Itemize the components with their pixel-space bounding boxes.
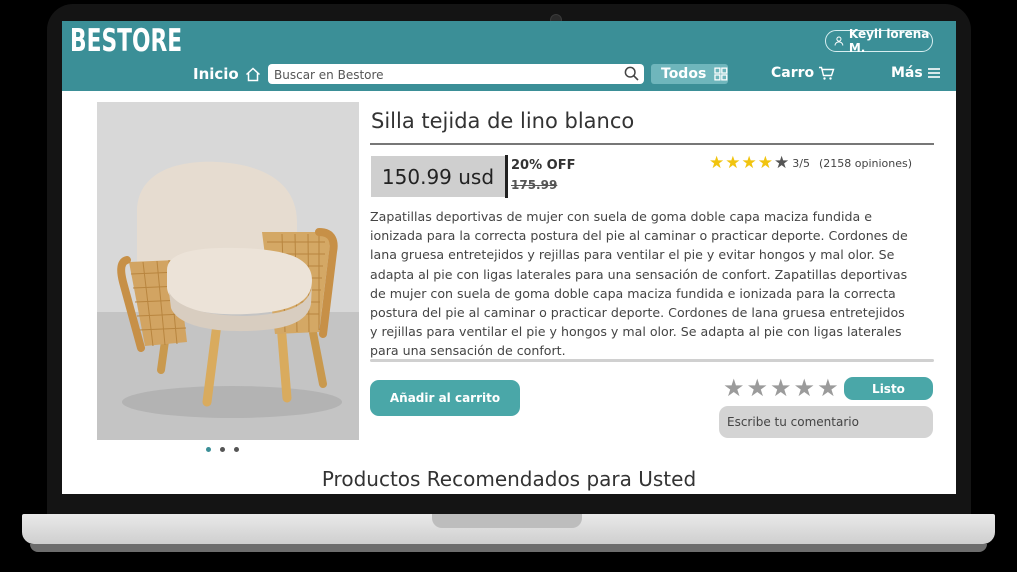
home-icon: [245, 66, 260, 81]
search-bar: [268, 64, 644, 84]
cart-button[interactable]: Carro: [771, 65, 835, 81]
cart-label: Carro: [771, 65, 815, 81]
star-rating-icon[interactable]: ★: [794, 376, 816, 400]
comment-box: [719, 406, 933, 438]
rating-score: 3/5: [792, 157, 810, 170]
review-star-input: ★ ★ ★ ★ ★: [723, 376, 839, 400]
categories-button[interactable]: Todos: [651, 64, 728, 84]
laptop-base: [22, 514, 995, 544]
original-price: 175.99: [511, 178, 558, 192]
cart-icon: [819, 66, 835, 80]
star-empty-icon: ★: [774, 153, 790, 173]
price-divider: [505, 155, 508, 198]
image-carousel-dots: [206, 447, 239, 452]
product-rating: ★ ★ ★ ★ ★ 3/5 (2158 opiniones): [709, 155, 912, 172]
nav-home[interactable]: Inicio: [193, 65, 261, 83]
more-menu-button[interactable]: Más: [891, 65, 941, 81]
product-title: Silla tejida de lino blanco: [371, 109, 635, 133]
search-input[interactable]: [272, 65, 616, 84]
divider: [370, 143, 934, 145]
menu-icon: [927, 68, 940, 78]
carousel-dot[interactable]: [234, 447, 239, 452]
review-count[interactable]: (2158 opiniones): [819, 157, 912, 170]
star-rating-icon[interactable]: ★: [770, 376, 792, 400]
search-icon[interactable]: [624, 66, 639, 85]
star-rating-icon[interactable]: ★: [723, 376, 745, 400]
discount-badge: 20% OFF: [511, 158, 576, 173]
product-image[interactable]: [97, 102, 359, 440]
logo[interactable]: BESTORE: [70, 23, 182, 59]
product-price: 150.99 usd: [371, 156, 505, 197]
laptop-shadow: [30, 544, 987, 552]
submit-review-button[interactable]: Listo: [844, 377, 933, 400]
star-filled-icon: ★: [709, 153, 725, 173]
carousel-dot[interactable]: [206, 447, 211, 452]
user-name: Keyli lorena M.: [848, 27, 930, 55]
user-icon: [834, 36, 844, 46]
divider: [370, 359, 934, 362]
star-rating-icon[interactable]: ★: [747, 376, 769, 400]
user-account-button[interactable]: Keyli lorena M.: [825, 27, 933, 55]
carousel-dot[interactable]: [220, 447, 225, 452]
star-rating-icon[interactable]: ★: [817, 376, 839, 400]
grid-icon: [714, 67, 728, 81]
header: BESTORE Keyli lorena M. Inicio Buscar en…: [62, 21, 956, 91]
nav-home-label: Inicio: [193, 65, 239, 83]
star-filled-icon: ★: [741, 153, 757, 173]
star-filled-icon: ★: [757, 153, 773, 173]
product-description: Zapatillas deportivas de mujer con suela…: [370, 209, 908, 359]
comment-input[interactable]: [725, 412, 929, 432]
add-to-cart-button[interactable]: Añadir al carrito: [370, 380, 520, 416]
categories-label: Todos: [661, 66, 707, 82]
star-filled-icon: ★: [725, 153, 741, 173]
laptop-notch: [432, 514, 582, 528]
screen: BESTORE Keyli lorena M. Inicio Buscar en…: [62, 21, 956, 494]
more-label: Más: [891, 65, 923, 81]
recommended-heading: Productos Recomendados para Usted: [321, 467, 697, 491]
